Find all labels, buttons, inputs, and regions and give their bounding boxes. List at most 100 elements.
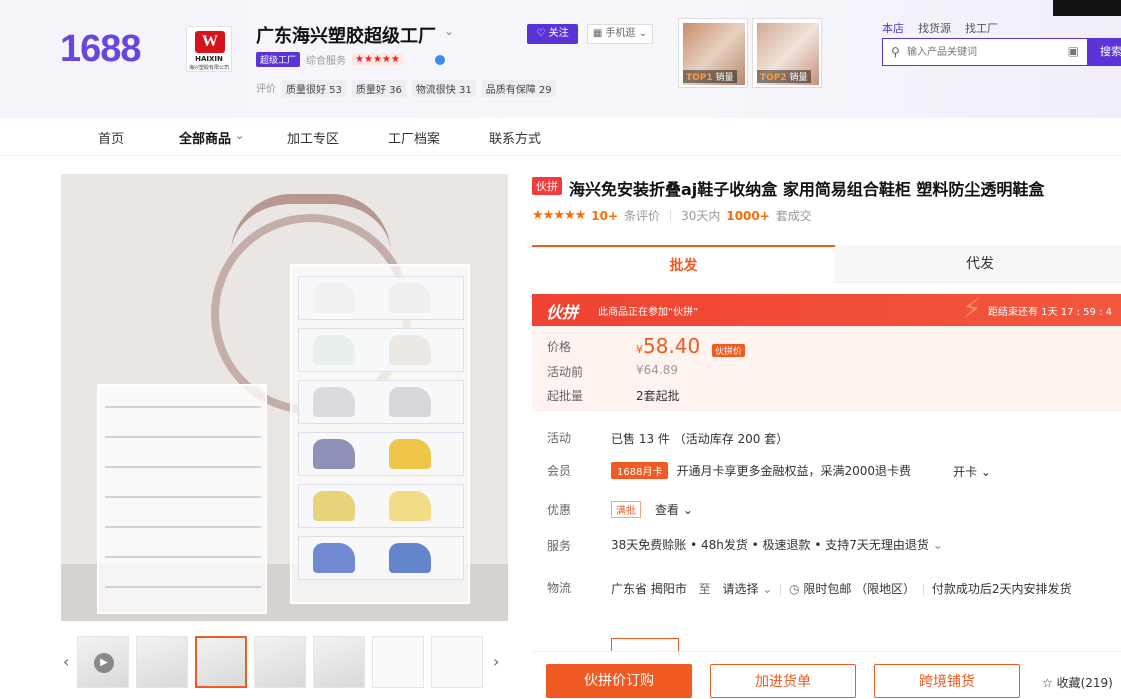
search-icon: ⚲ bbox=[891, 45, 900, 59]
thumbnail-selected[interactable] bbox=[195, 636, 247, 688]
nav-home[interactable]: 首页 bbox=[98, 128, 124, 147]
chevron-down-icon: ⌄ bbox=[635, 28, 648, 39]
composite-label: 综合服务 bbox=[306, 56, 347, 67]
nav-factory-profile[interactable]: 工厂档案 bbox=[388, 128, 440, 147]
favorite-button[interactable]: ☆ 收藏(219) bbox=[1042, 674, 1113, 691]
shop-header: 1688 W HAIXIN 海兴塑胶有限公司 广东海兴塑胶超级工厂 ⌄ 超级工厂… bbox=[0, 0, 1121, 118]
member-open-label: 开卡 bbox=[953, 465, 978, 479]
price-label: 价格 bbox=[547, 340, 572, 354]
product-title: 海兴免安装折叠aj鞋子收纳盒 家用简易组合鞋柜 塑料防尘透明鞋盒 bbox=[569, 180, 1045, 199]
price: ¥58.40 bbox=[636, 334, 700, 358]
heart-icon: ♡ bbox=[536, 28, 549, 39]
service-row[interactable]: 38天免费赊账 • 48h发货 • 极速退款 • 支持7天无理由退货 ⌄ bbox=[611, 536, 943, 553]
sold-prefix: 30天内 bbox=[681, 209, 721, 223]
action-bar: 伙拼价订购 加进货单 跨境铺货 ☆ 收藏(219) bbox=[532, 651, 1121, 698]
purchase-mode-tabs: 批发 代发 bbox=[532, 245, 1121, 283]
search-tab-source[interactable]: 找货源 bbox=[918, 20, 951, 36]
mobile-label: 手机逛 bbox=[605, 28, 636, 39]
search-input[interactable] bbox=[907, 43, 1057, 61]
activity-value: 已售 13 件 （活动库存 200 套） bbox=[611, 432, 789, 446]
shop-logo[interactable]: W HAIXIN 海兴塑胶有限公司 bbox=[186, 26, 232, 72]
thumbnail[interactable] bbox=[431, 636, 483, 688]
member-text: 开通月卡享更多金融权益，采满2000退卡费 bbox=[676, 464, 911, 478]
ship-from: 广东省 揭阳市 bbox=[611, 582, 687, 596]
shop-logo-mark: W bbox=[195, 31, 225, 53]
top-product-label: TOP1 销量 bbox=[683, 70, 737, 83]
divider bbox=[780, 584, 782, 595]
chevron-left-icon[interactable]: ‹ bbox=[63, 652, 69, 671]
chevron-down-icon: ⌄ bbox=[977, 465, 991, 479]
member-row: 1688月卡 开通月卡享更多金融权益，采满2000退卡费 bbox=[611, 462, 911, 479]
discount-row: 满批 查看 ⌄ bbox=[611, 501, 693, 518]
top-product-1[interactable]: TOP1 销量 bbox=[678, 18, 748, 88]
play-icon: ▶ bbox=[94, 653, 114, 673]
search-button[interactable]: 搜索 bbox=[1088, 38, 1121, 66]
nav-contact[interactable]: 联系方式 bbox=[489, 128, 541, 147]
review-count[interactable]: 10+ bbox=[591, 209, 618, 223]
thumbnail[interactable] bbox=[313, 636, 365, 688]
chevron-down-icon[interactable]: ⌄ bbox=[235, 129, 244, 142]
divider bbox=[670, 210, 672, 221]
shop-logo-en: HAIXIN bbox=[195, 55, 223, 63]
chevron-down-icon[interactable]: ⌄ bbox=[759, 582, 772, 596]
ship-to-select[interactable]: 请选择 bbox=[723, 582, 759, 596]
sold-suffix: 套成交 bbox=[775, 209, 812, 223]
activity-label: 活动 bbox=[547, 431, 572, 445]
rating-stars: ★★★★★ bbox=[532, 208, 586, 223]
thumbnail[interactable] bbox=[372, 636, 424, 688]
review-tag: 物流很快 31 bbox=[411, 80, 476, 97]
site-logo[interactable]: 1688 bbox=[60, 28, 142, 71]
price-tag: 伙拼价 bbox=[712, 344, 746, 357]
nav-all-products[interactable]: 全部商品 bbox=[179, 128, 231, 147]
thumbnail[interactable] bbox=[254, 636, 306, 688]
ship-to-word: 至 bbox=[698, 582, 711, 596]
shop-nav: 首页 全部商品 ⌄ 加工专区 工厂档案 联系方式 bbox=[0, 118, 1121, 156]
chevron-right-icon[interactable]: › bbox=[493, 652, 499, 671]
member-open-link[interactable]: 开卡 ⌄ bbox=[953, 463, 991, 480]
before-label: 活动前 bbox=[547, 365, 584, 379]
lightning-icon: ⚡ bbox=[962, 292, 982, 325]
top-product-2[interactable]: TOP2 销量 bbox=[752, 18, 822, 88]
delivery-time: 付款成功后2天内安排发货 bbox=[931, 582, 1072, 596]
review-tag: 质量好 36 bbox=[351, 80, 406, 97]
chevron-down-icon: ⌄ bbox=[928, 538, 943, 552]
before-price: ¥64.89 bbox=[636, 363, 678, 377]
shop-name[interactable]: 广东海兴塑胶超级工厂 bbox=[256, 22, 436, 48]
main-product-image[interactable] bbox=[61, 174, 508, 621]
mobile-browse-button[interactable]: ▦ 手机逛 ⌄ bbox=[587, 24, 653, 44]
nav-processing[interactable]: 加工专区 bbox=[287, 128, 339, 147]
member-label: 会员 bbox=[547, 464, 572, 478]
info-icon[interactable] bbox=[434, 54, 445, 65]
favorite-label: 收藏(219) bbox=[1056, 676, 1113, 690]
window-corner bbox=[1053, 0, 1121, 16]
tab-dropship[interactable]: 代发 bbox=[835, 245, 1121, 283]
rating-row: ★★★★★ 10+ 条评价 30天内 1000+ 套成交 bbox=[532, 207, 812, 224]
follow-button[interactable]: ♡ 关注 bbox=[527, 24, 578, 44]
promo-banner: 伙拼 此商品正在参加“伙拼” ⚡ 距结束还有 1天 17 : 59 : 4 bbox=[532, 292, 1121, 326]
clock-icon: ◷ bbox=[789, 582, 800, 596]
review-tag: 品质有保障 29 bbox=[481, 80, 556, 97]
search-tab-factory[interactable]: 找工厂 bbox=[965, 20, 998, 36]
discount-label: 优惠 bbox=[547, 503, 572, 517]
top-product-label: TOP2 销量 bbox=[757, 70, 811, 83]
shop-logo-cn: 海兴塑胶有限公司 bbox=[188, 65, 229, 71]
price-value: 58.40 bbox=[643, 334, 701, 358]
composite-stars: ★★★★★ bbox=[352, 54, 403, 65]
search-tab-shop[interactable]: 本店 bbox=[882, 20, 904, 36]
search-box: ⚲ ▣ bbox=[882, 38, 1088, 66]
thumbnail[interactable] bbox=[136, 636, 188, 688]
tab-wholesale[interactable]: 批发 bbox=[532, 245, 835, 283]
price-currency: ¥ bbox=[636, 343, 643, 356]
top-rank: TOP2 bbox=[760, 73, 787, 83]
chevron-down-icon[interactable]: ⌄ bbox=[679, 503, 693, 517]
top-rank-label: 销量 bbox=[715, 73, 734, 83]
camera-icon[interactable]: ▣ bbox=[1068, 44, 1079, 58]
discount-link[interactable]: 查看 bbox=[655, 503, 679, 517]
sold-count: 1000+ bbox=[726, 208, 770, 223]
moq-label: 起批量 bbox=[547, 389, 584, 403]
follow-label: 关注 bbox=[548, 28, 569, 39]
review-tag: 质量很好 53 bbox=[282, 80, 346, 97]
review-suffix: 条评价 bbox=[624, 209, 661, 223]
chevron-down-icon[interactable]: ⌄ bbox=[444, 24, 454, 38]
thumbnail-video[interactable]: ▶ bbox=[77, 636, 129, 688]
